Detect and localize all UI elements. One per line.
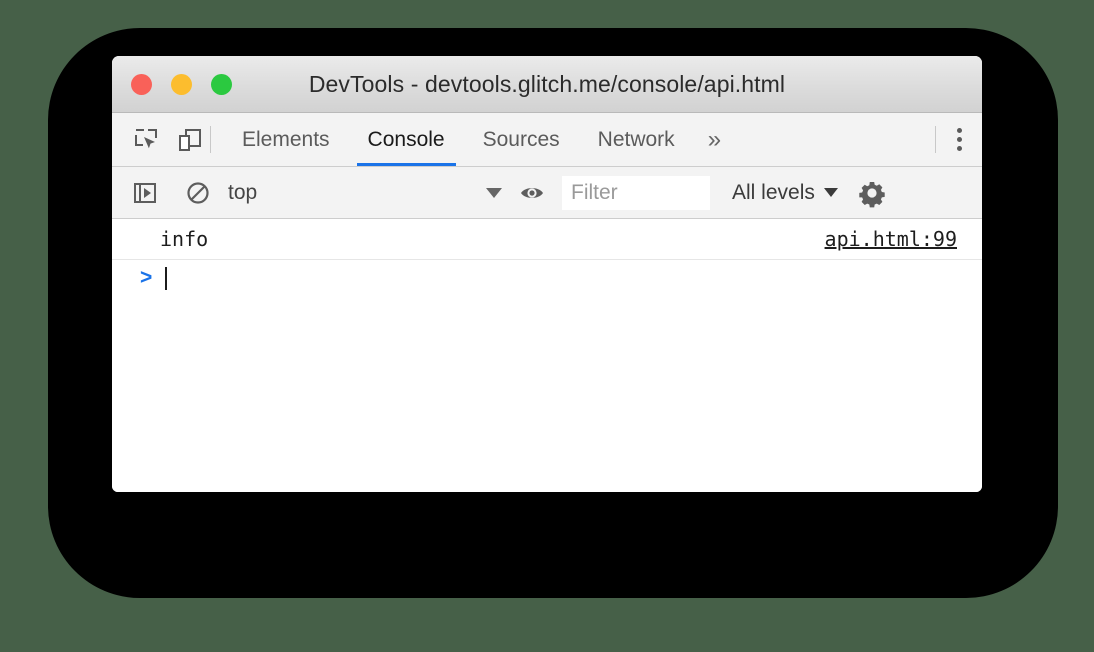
devtools-tabs: Elements Console Sources Network » (223, 113, 735, 166)
console-prompt[interactable]: > (112, 260, 982, 296)
close-window-button[interactable] (131, 73, 152, 95)
tabbar-left-icons (112, 113, 210, 166)
chevron-down-icon (823, 188, 838, 197)
kebab-dot (956, 146, 962, 151)
window-title: DevTools - devtools.glitch.me/console/ap… (308, 70, 786, 97)
console-message-text: info (160, 227, 209, 251)
traffic-light-group (131, 73, 232, 95)
console-toolbar: top Filter All levels (112, 167, 982, 219)
more-tabs-chevron-icon[interactable]: » (694, 113, 735, 166)
tab-network[interactable]: Network (579, 113, 694, 166)
console-sidebar-toggle-icon[interactable] (130, 178, 160, 208)
inspect-element-icon[interactable] (132, 126, 160, 154)
window-titlebar: DevTools - devtools.glitch.me/console/ap… (112, 56, 982, 113)
text-cursor (165, 266, 167, 290)
devtools-window: DevTools - devtools.glitch.me/console/ap… (112, 56, 982, 492)
kebab-dot (956, 128, 962, 133)
device-toolbar-icon[interactable] (176, 126, 204, 154)
minimize-window-button[interactable] (171, 73, 192, 95)
kebab-dot (956, 137, 962, 142)
tab-sources[interactable]: Sources (464, 113, 579, 166)
maximize-window-button[interactable] (211, 73, 232, 95)
tabbar-divider (210, 126, 211, 153)
live-expression-eye-icon[interactable] (517, 178, 547, 208)
tab-elements[interactable]: Elements (223, 113, 349, 166)
tabbar-spacer (735, 113, 935, 166)
console-message-row[interactable]: info api.html:99 (112, 219, 982, 260)
chevron-down-icon (486, 187, 502, 198)
execution-context-value: top (228, 180, 258, 204)
prompt-arrow-icon: > (140, 266, 153, 289)
tab-console[interactable]: Console (349, 113, 464, 166)
console-message-list: info api.html:99 > (112, 219, 982, 492)
devtools-tabbar: Elements Console Sources Network » (112, 113, 982, 167)
kebab-menu-icon[interactable] (936, 113, 982, 166)
console-message-source-link[interactable]: api.html:99 (825, 227, 957, 251)
clear-console-icon[interactable] (183, 178, 213, 208)
log-levels-dropdown[interactable]: All levels (732, 181, 838, 205)
log-levels-value: All levels (732, 180, 815, 204)
gear-icon[interactable] (857, 178, 887, 208)
filter-input[interactable]: Filter (562, 175, 710, 210)
execution-context-dropdown[interactable]: top (228, 176, 508, 210)
